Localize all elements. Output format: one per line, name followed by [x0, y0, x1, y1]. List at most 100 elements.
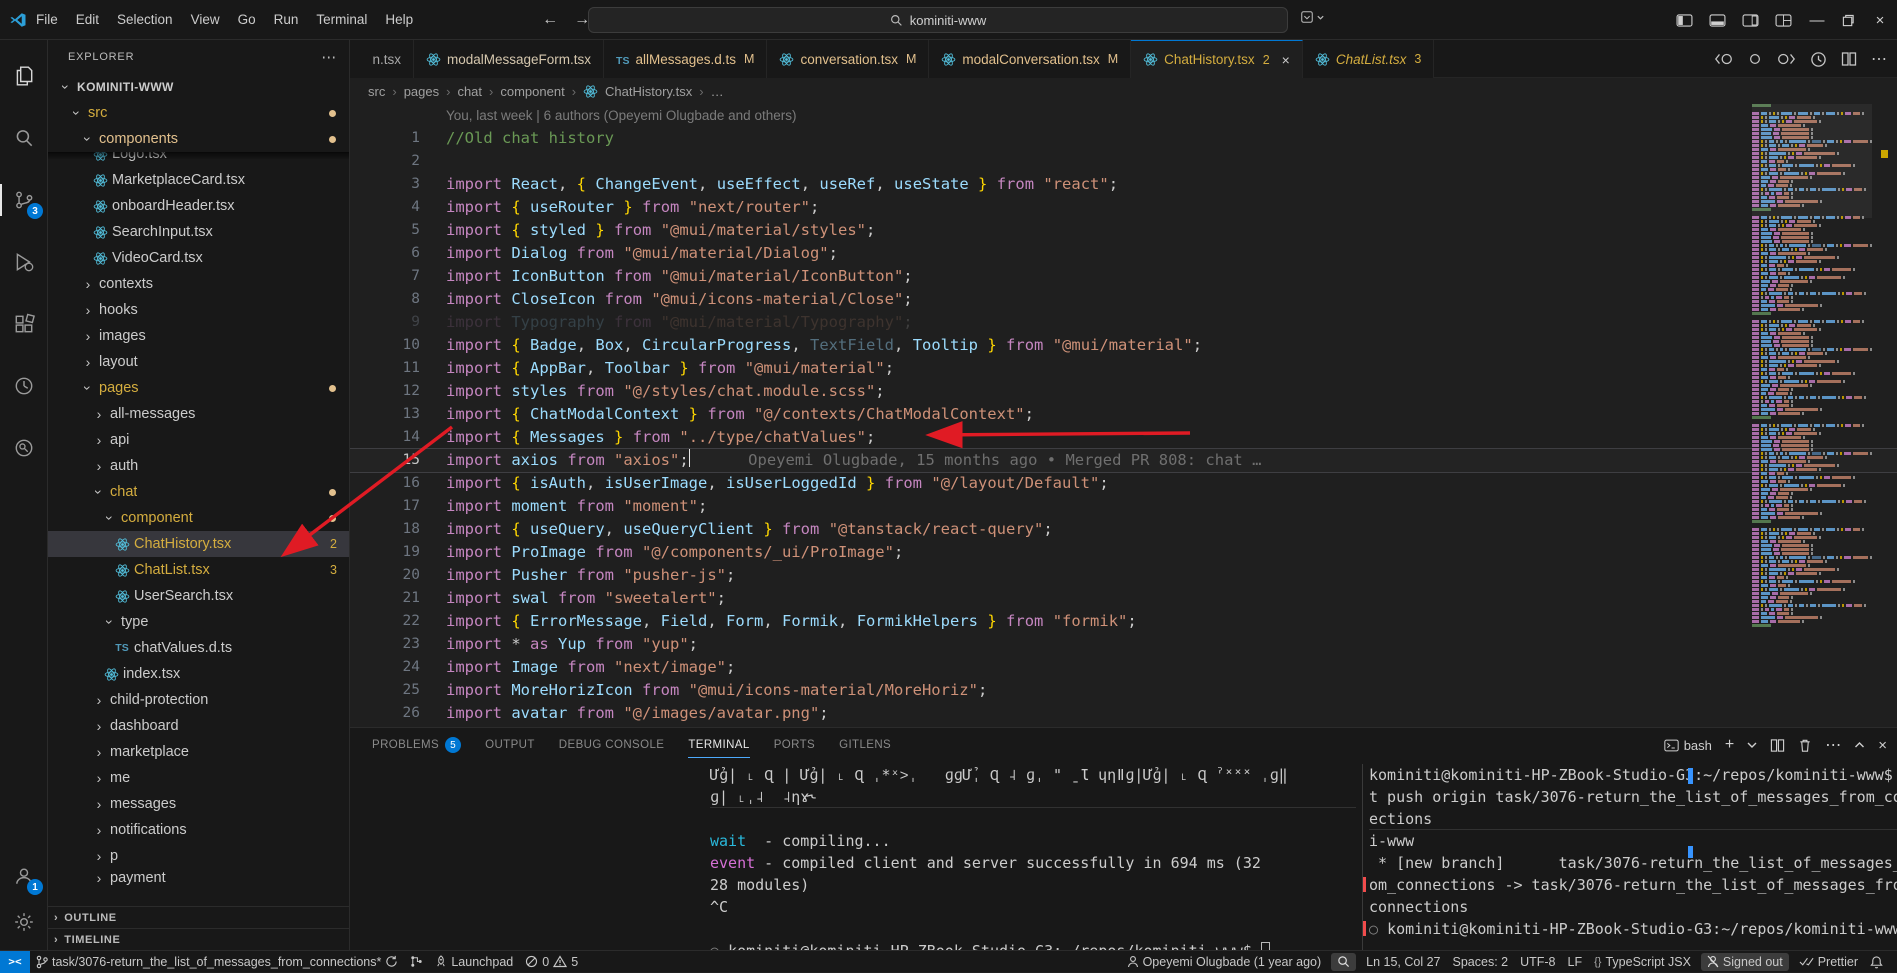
command-center-search[interactable]: kominiti-www — [588, 7, 1288, 33]
overview-ruler[interactable] — [1872, 104, 1897, 727]
minimap-slider[interactable] — [1752, 104, 1872, 218]
tree-folder-auth[interactable]: ›auth — [48, 453, 349, 479]
panel-more-icon[interactable]: ⋯ — [1825, 735, 1841, 755]
tree-file-onboardheader-tsx[interactable]: onboardHeader.tsx — [48, 193, 349, 219]
editor-more-icon[interactable]: ⋯ — [1871, 49, 1887, 69]
menu-item-go[interactable]: Go — [229, 12, 265, 27]
tree-folder-notifications[interactable]: ›notifications — [48, 817, 349, 843]
minimize-icon[interactable]: — — [1808, 12, 1826, 29]
code-line[interactable]: 21import swal from "sweetalert"; — [350, 587, 1897, 610]
panel-tab-gitlens[interactable]: GITLENS — [829, 728, 901, 762]
maximize-panel-icon[interactable] — [1854, 741, 1865, 749]
search-options-icon[interactable] — [1300, 10, 1325, 24]
code-line[interactable]: 22import { ErrorMessage, Field, Form, Fo… — [350, 610, 1897, 633]
tree-folder-kominiti-www[interactable]: ›KOMINITI-WWW — [48, 74, 349, 100]
activity-explorer-icon[interactable] — [0, 54, 48, 98]
breadcrumb-item[interactable]: chat — [457, 84, 482, 99]
code-line[interactable]: 8import CloseIcon from "@mui/icons-mater… — [350, 288, 1897, 311]
tree-folder-dashboard[interactable]: ›dashboard — [48, 713, 349, 739]
gitlens-graph-item[interactable] — [404, 951, 429, 973]
problems-item[interactable]: 0 5 — [519, 951, 584, 973]
code-line[interactable]: 2 — [350, 150, 1897, 173]
tree-file-logo-tsx[interactable]: Logo.tsx — [48, 152, 349, 167]
encoding-item[interactable]: UTF-8 — [1514, 951, 1561, 973]
blame-item[interactable]: Opeyemi Olugbade (1 year ago) — [1121, 951, 1328, 973]
eol-item[interactable]: LF — [1562, 951, 1589, 973]
timeline-clock-icon[interactable] — [1810, 51, 1827, 68]
tree-folder-layout[interactable]: ›layout — [48, 349, 349, 375]
timeline-section[interactable]: › TIMELINE — [48, 928, 349, 950]
panel-tab-output[interactable]: OUTPUT — [475, 728, 545, 762]
code-line[interactable]: 5import { styled } from "@mui/material/s… — [350, 219, 1897, 242]
code-line[interactable]: 20import Pusher from "pusher-js"; — [350, 564, 1897, 587]
kill-terminal-icon[interactable] — [1798, 738, 1812, 753]
tab-allmessages-d-ts[interactable]: TSallMessages.d.tsM — [604, 40, 767, 78]
tree-file-marketplacecard-tsx[interactable]: MarketplaceCard.tsx — [48, 167, 349, 193]
code-line[interactable]: 4import { useRouter } from "next/router"… — [350, 196, 1897, 219]
maximize-icon[interactable] — [1842, 14, 1855, 27]
tree-folder-type[interactable]: ›type — [48, 609, 349, 635]
code-line[interactable]: 9import Typography from "@mui/material/T… — [350, 311, 1897, 334]
terminal-dropdown-icon[interactable] — [1747, 741, 1757, 749]
code-line[interactable]: 1//Old chat history — [350, 127, 1897, 150]
tree-folder-src[interactable]: ›src — [48, 100, 349, 126]
toggle-panel-icon[interactable] — [1709, 14, 1726, 27]
git-branch-item[interactable]: task/3076-return_the_list_of_messages_fr… — [30, 951, 404, 973]
code-line[interactable]: 18import { useQuery, useQueryClient } fr… — [350, 518, 1897, 541]
code-line[interactable]: 25import MoreHorizIcon from "@mui/icons-… — [350, 679, 1897, 702]
activity-gitlens-icon[interactable] — [0, 364, 48, 408]
tree-file-searchinput-tsx[interactable]: SearchInput.tsx — [48, 219, 349, 245]
notifications-bell-item[interactable] — [1864, 951, 1889, 973]
menu-item-file[interactable]: File — [27, 12, 67, 27]
code-line[interactable]: 15import axios from "axios";Opeyemi Olug… — [350, 449, 1897, 472]
tree-file-chatvalues-d-ts[interactable]: TSchatValues.d.ts — [48, 635, 349, 661]
tree-folder-chat[interactable]: ›chat — [48, 479, 349, 505]
menu-item-run[interactable]: Run — [265, 12, 308, 27]
tab-modalconversation-tsx[interactable]: modalConversation.tsxM — [929, 40, 1131, 78]
tree-folder-all-messages[interactable]: ›all-messages — [48, 401, 349, 427]
tab-n-tsx[interactable]: n.tsx — [350, 40, 414, 78]
code-line[interactable]: 19import ProImage from "@/components/_ui… — [350, 541, 1897, 564]
panel-tab-debug-console[interactable]: DEBUG CONSOLE — [549, 728, 675, 762]
tree-folder-p[interactable]: ›p — [48, 843, 349, 869]
code-line[interactable]: 3import React, { ChangeEvent, useEffect,… — [350, 173, 1897, 196]
tree-folder-components[interactable]: ›components — [48, 126, 349, 152]
tab-modalmessageform-tsx[interactable]: modalMessageForm.tsx — [414, 40, 604, 78]
customize-layout-icon[interactable] — [1775, 14, 1792, 27]
activity-account-icon[interactable]: 1 — [0, 854, 48, 898]
zoom-status-item[interactable] — [1331, 953, 1356, 971]
activity-extensions-icon[interactable] — [0, 302, 48, 346]
tab-conversation-tsx[interactable]: conversation.tsxM — [767, 40, 929, 78]
activity-settings-gear-icon[interactable] — [0, 900, 48, 944]
code-line[interactable]: 26import avatar from "@/images/avatar.pn… — [350, 702, 1897, 725]
code-line[interactable]: 24import Image from "next/image"; — [350, 656, 1897, 679]
split-editor-icon[interactable] — [1841, 51, 1857, 67]
panel-tab-problems[interactable]: PROBLEMS5 — [362, 728, 471, 762]
menu-item-terminal[interactable]: Terminal — [307, 12, 376, 27]
code-line[interactable]: 10import { Badge, Box, CircularProgress,… — [350, 334, 1897, 357]
close-tab-icon[interactable]: × — [1282, 52, 1290, 68]
code-line[interactable]: 7import IconButton from "@mui/material/I… — [350, 265, 1897, 288]
menu-item-view[interactable]: View — [182, 12, 229, 27]
menu-item-edit[interactable]: Edit — [67, 12, 108, 27]
code-line[interactable]: 14import { Messages } from "../type/chat… — [350, 426, 1897, 449]
indentation-item[interactable]: Spaces: 2 — [1447, 951, 1515, 973]
panel-tab-terminal[interactable]: TERMINAL — [678, 728, 759, 762]
panel-tab-ports[interactable]: PORTS — [764, 728, 825, 762]
code-line[interactable]: 23import * as Yup from "yup"; — [350, 633, 1897, 656]
tree-folder-hooks[interactable]: ›hooks — [48, 297, 349, 323]
cursor-position-item[interactable]: Ln 15, Col 27 — [1360, 951, 1446, 973]
close-window-icon[interactable]: × — [1871, 12, 1889, 29]
terminal-profile[interactable]: bash — [1664, 738, 1712, 753]
menu-item-selection[interactable]: Selection — [108, 12, 182, 27]
gitlens-prev-change-icon[interactable] — [1714, 51, 1734, 67]
breadcrumb[interactable]: src›pages›chat›component›ChatHistory.tsx… — [350, 78, 1897, 104]
code-line[interactable]: 6import Dialog from "@mui/material/Dialo… — [350, 242, 1897, 265]
tree-file-chathistory-tsx[interactable]: ChatHistory.tsx2 — [48, 531, 349, 557]
gitlens-changes-icon[interactable] — [1748, 51, 1762, 67]
toggle-sidebar-left-icon[interactable] — [1676, 14, 1693, 27]
tree-folder-payment[interactable]: ›payment — [48, 869, 349, 886]
activity-source-control-icon[interactable]: 3 — [0, 178, 48, 222]
breadcrumb-item[interactable]: pages — [404, 84, 439, 99]
activity-run-debug-icon[interactable] — [0, 240, 48, 284]
